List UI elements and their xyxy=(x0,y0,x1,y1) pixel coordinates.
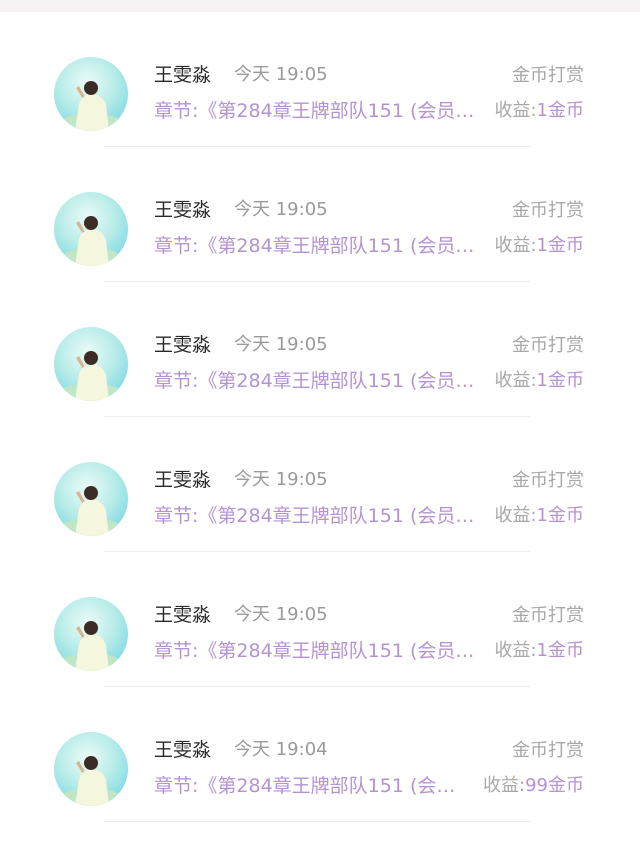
reward-record-row[interactable]: 王雯淼 今天 19:05 金币打赏 章节:《第284章王牌部队151 (会员… … xyxy=(0,552,640,687)
user-name[interactable]: 王雯淼 xyxy=(154,467,211,493)
chapter-link[interactable]: 章节:《第284章王牌部队151 (会员… xyxy=(154,638,486,664)
reward-record-row[interactable]: 王雯淼 今天 19:05 金币打赏 章节:《第284章王牌部队151 (会员… … xyxy=(0,12,640,147)
income: 收益:1金币 xyxy=(494,368,584,394)
reward-record-row[interactable]: 王雯淼 今天 19:05 金币打赏 章节:《第284章王牌部队151 (会员… … xyxy=(0,147,640,282)
reward-time: 今天 19:05 xyxy=(234,64,328,85)
avatar-figure-icon xyxy=(61,756,121,806)
user-name[interactable]: 王雯淼 xyxy=(154,332,211,358)
user-avatar[interactable] xyxy=(54,57,128,131)
income: 收益:1金币 xyxy=(494,638,584,664)
chapter-link[interactable]: 章节:《第284章王牌部队151 (会员… xyxy=(154,98,486,124)
user-avatar[interactable] xyxy=(54,732,128,806)
reward-time: 今天 19:05 xyxy=(234,199,328,220)
reward-time: 今天 19:05 xyxy=(234,604,328,625)
income: 收益:99金币 xyxy=(483,773,584,799)
avatar-figure-icon xyxy=(61,81,121,131)
user-avatar[interactable] xyxy=(54,462,128,536)
income: 收益:1金币 xyxy=(494,98,584,124)
top-strip xyxy=(0,0,640,12)
user-name[interactable]: 王雯淼 xyxy=(154,62,211,88)
user-name[interactable]: 王雯淼 xyxy=(154,602,211,628)
income-label: 收益: xyxy=(494,100,537,121)
reward-type: 金币打赏 xyxy=(512,740,584,761)
reward-time: 今天 19:05 xyxy=(234,334,328,355)
reward-record-row[interactable]: 王雯淼 今天 19:05 金币打赏 章节:《第284章王牌部队151 (会员… … xyxy=(0,417,640,552)
user-avatar[interactable] xyxy=(54,192,128,266)
user-name[interactable]: 王雯淼 xyxy=(154,737,211,763)
user-avatar[interactable] xyxy=(54,597,128,671)
row-divider xyxy=(104,821,530,822)
reward-type: 金币打赏 xyxy=(512,470,584,491)
reward-type: 金币打赏 xyxy=(512,605,584,626)
reward-type: 金币打赏 xyxy=(512,335,584,356)
income-value: 1金币 xyxy=(536,100,584,121)
user-avatar[interactable] xyxy=(54,327,128,401)
income-label: 收益: xyxy=(494,235,537,256)
income-label: 收益: xyxy=(483,775,526,796)
reward-type: 金币打赏 xyxy=(512,65,584,86)
income-label: 收益: xyxy=(494,370,537,391)
chapter-link[interactable]: 章节:《第284章王牌部队151 (会员… xyxy=(154,233,486,259)
reward-time: 今天 19:05 xyxy=(234,469,328,490)
income-label: 收益: xyxy=(494,505,537,526)
reward-time: 今天 19:04 xyxy=(234,739,328,760)
user-name[interactable]: 王雯淼 xyxy=(154,197,211,223)
income-value: 1金币 xyxy=(536,370,584,391)
avatar-figure-icon xyxy=(61,486,121,536)
chapter-link[interactable]: 章节:《第284章王牌部队151 (会员… xyxy=(154,503,486,529)
income-value: 1金币 xyxy=(536,235,584,256)
avatar-figure-icon xyxy=(61,216,121,266)
income-value: 99金币 xyxy=(525,775,584,796)
chapter-link[interactable]: 章节:《第284章王牌部队151 (会… xyxy=(154,773,470,799)
income: 收益:1金币 xyxy=(494,503,584,529)
reward-record-row[interactable]: 王雯淼 今天 19:05 金币打赏 章节:《第284章王牌部队151 (会员… … xyxy=(0,282,640,417)
income-label: 收益: xyxy=(494,640,537,661)
chapter-link[interactable]: 章节:《第284章王牌部队151 (会员… xyxy=(154,368,486,394)
reward-record-row[interactable]: 王雯淼 今天 19:04 金币打赏 章节:《第284章王牌部队151 (会… 收… xyxy=(0,687,640,822)
income-value: 1金币 xyxy=(536,640,584,661)
reward-record-list: 王雯淼 今天 19:05 金币打赏 章节:《第284章王牌部队151 (会员… … xyxy=(0,12,640,822)
income: 收益:1金币 xyxy=(494,233,584,259)
reward-type: 金币打赏 xyxy=(512,200,584,221)
avatar-figure-icon xyxy=(61,351,121,401)
avatar-figure-icon xyxy=(61,621,121,671)
income-value: 1金币 xyxy=(536,505,584,526)
